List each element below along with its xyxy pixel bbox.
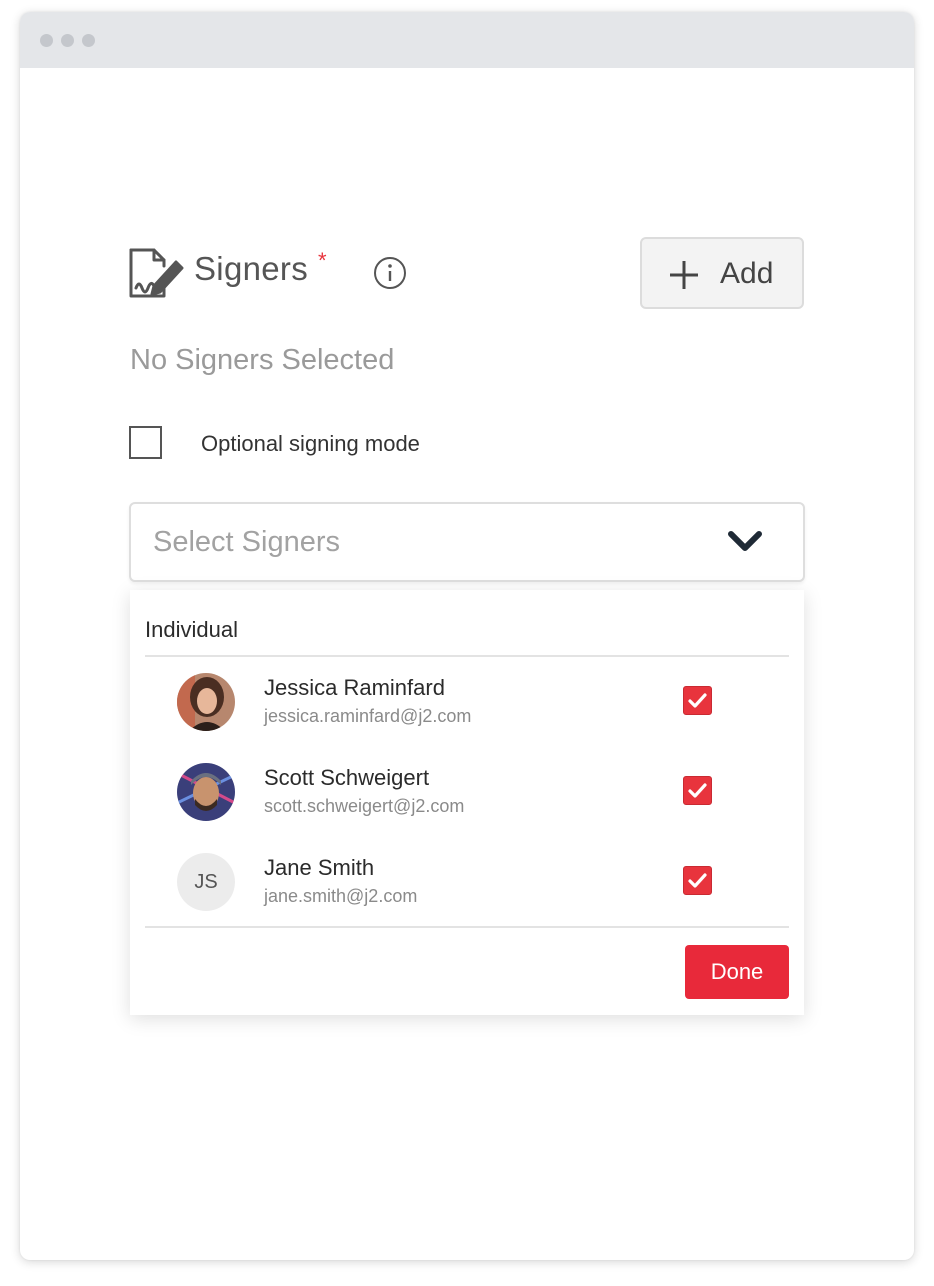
- signer-option-row[interactable]: JS Jane Smith jane.smith@j2.com: [130, 853, 804, 943]
- signer-email: jane.smith@j2.com: [264, 886, 418, 906]
- avatar: [177, 763, 235, 821]
- select-placeholder: Select Signers: [153, 526, 340, 558]
- checkmark-icon: [688, 693, 707, 708]
- signer-checkbox[interactable]: [683, 686, 712, 715]
- signer-name: Jane Smith: [264, 855, 375, 880]
- signer-name: Jessica Raminfard: [264, 675, 445, 700]
- divider: [145, 926, 789, 928]
- checkmark-icon: [688, 873, 707, 888]
- signers-dropdown-panel: Individual Jessica Raminfard jessica.ram…: [130, 590, 804, 1015]
- window-maximize-dot[interactable]: [82, 34, 95, 47]
- optional-signing-checkbox[interactable]: [129, 426, 162, 459]
- window-titlebar: [20, 12, 914, 68]
- add-button-label: Add: [720, 257, 774, 290]
- signer-option-row[interactable]: Scott Schweigert scott.schweigert@j2.com: [130, 763, 804, 853]
- optional-signing-label: Optional signing mode: [201, 431, 420, 456]
- signer-name: Scott Schweigert: [264, 765, 430, 790]
- signer-checkbox[interactable]: [683, 776, 712, 805]
- chevron-down-icon: [728, 531, 762, 551]
- divider: [145, 655, 789, 657]
- avatar-initials: JS: [177, 853, 235, 911]
- signature-document-icon: [129, 248, 184, 298]
- done-button[interactable]: Done: [685, 945, 789, 999]
- checkmark-icon: [688, 783, 707, 798]
- group-label-individual: Individual: [145, 617, 238, 642]
- signer-email: jessica.raminfard@j2.com: [264, 706, 472, 726]
- required-marker: *: [318, 248, 327, 273]
- no-signers-text: No Signers Selected: [130, 344, 395, 376]
- add-signer-button[interactable]: Add: [640, 237, 804, 309]
- avatar: [177, 673, 235, 731]
- window-close-dot[interactable]: [40, 34, 53, 47]
- info-icon[interactable]: [373, 256, 407, 290]
- signer-option-row[interactable]: Jessica Raminfard jessica.raminfard@j2.c…: [130, 673, 804, 763]
- signers-title: Signers: [194, 250, 308, 287]
- select-signers-dropdown[interactable]: Select Signers: [129, 502, 805, 582]
- window-minimize-dot[interactable]: [61, 34, 74, 47]
- plus-icon: [670, 261, 698, 289]
- signer-email: scott.schweigert@j2.com: [264, 796, 465, 816]
- signer-checkbox[interactable]: [683, 866, 712, 895]
